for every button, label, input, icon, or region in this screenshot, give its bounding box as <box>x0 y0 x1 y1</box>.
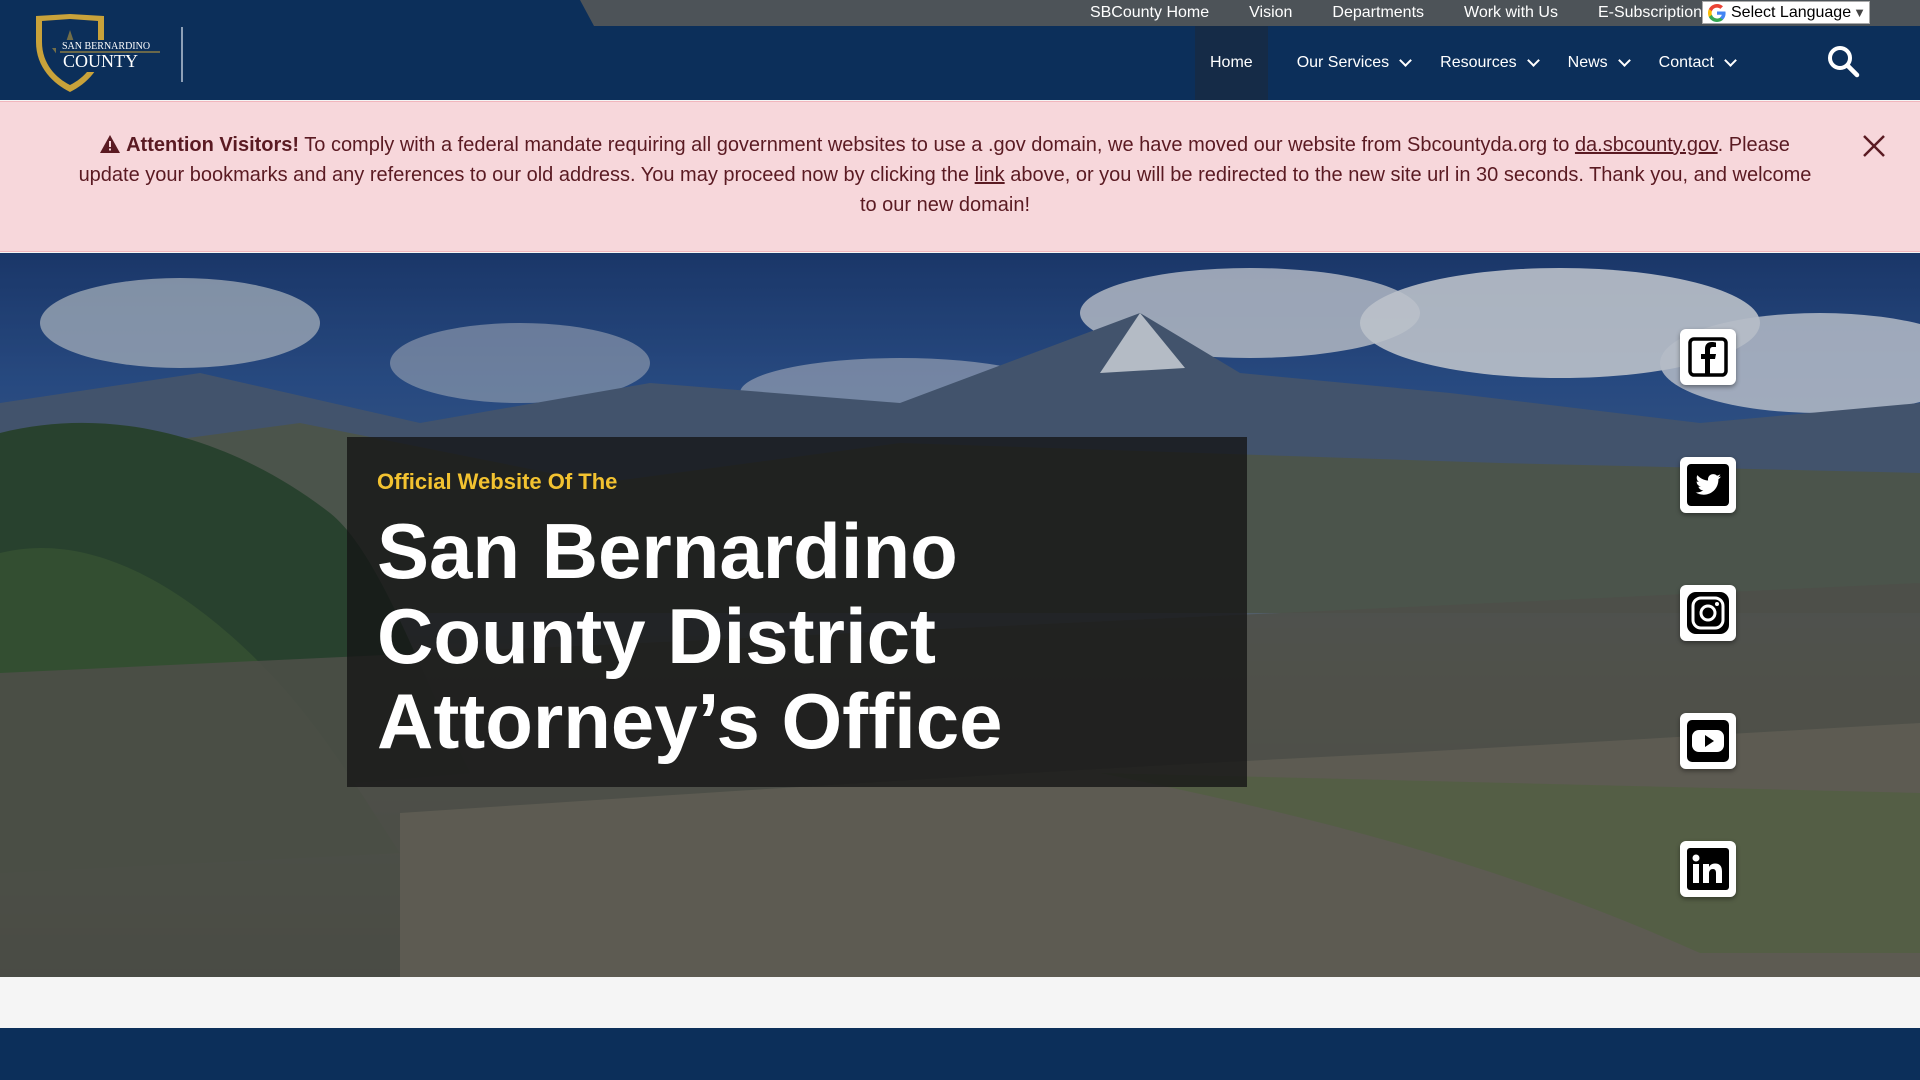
hero-title-panel: Official Website Of The San Bernardino C… <box>347 437 1247 787</box>
youtube-icon <box>1687 720 1729 762</box>
chevron-down-icon <box>1617 54 1631 67</box>
nav-our-services[interactable]: Our Services <box>1282 26 1425 100</box>
close-icon <box>1863 135 1885 157</box>
language-select[interactable]: Select Language ▼ <box>1702 1 1870 24</box>
nav-contact-label: Contact <box>1658 54 1714 71</box>
linkedin-icon <box>1687 848 1729 890</box>
domain-alert-banner: Attention Visitors! To comply with a fed… <box>0 101 1920 252</box>
utility-link-e-subscriptions[interactable]: E-Subscriptions <box>1598 4 1710 22</box>
utility-nav: SBCounty Home Vision Departments Work wi… <box>1050 0 1710 26</box>
site-header: SBCounty Home Vision Departments Work wi… <box>0 0 1920 100</box>
nav-resources[interactable]: Resources <box>1425 26 1552 100</box>
instagram-link[interactable] <box>1680 585 1736 641</box>
utility-link-vision[interactable]: Vision <box>1249 4 1292 22</box>
nav-news-label: News <box>1567 54 1608 71</box>
language-select-label: Select Language <box>1731 3 1852 21</box>
logo-text-line2: COUNTY <box>63 51 138 71</box>
nav-news[interactable]: News <box>1553 26 1644 100</box>
alert-link[interactable]: link <box>975 164 1005 186</box>
hero-section: Official Website Of The San Bernardino C… <box>0 253 1920 977</box>
twitter-link[interactable] <box>1680 457 1736 513</box>
alert-link-new-domain[interactable]: da.sbcounty.gov <box>1575 134 1718 156</box>
nav-our-services-label: Our Services <box>1296 54 1390 71</box>
alert-text-part1: To comply with a federal mandate requiri… <box>299 134 1575 156</box>
alert-message: Attention Visitors! To comply with a fed… <box>70 130 1820 220</box>
footer-bar <box>0 1028 1920 1080</box>
nav-home-label: Home <box>1210 54 1253 71</box>
dropdown-arrow-icon: ▼ <box>1853 5 1866 20</box>
logo-divider <box>181 27 183 82</box>
content-band <box>0 977 1920 1027</box>
facebook-link[interactable] <box>1680 329 1736 385</box>
chevron-down-icon <box>1526 54 1540 67</box>
utility-link-sbcounty-home[interactable]: SBCounty Home <box>1090 4 1209 22</box>
county-logo[interactable]: SAN BERNARDINO COUNTY <box>30 12 165 94</box>
google-icon <box>1707 3 1727 23</box>
hero-eyebrow: Official Website Of The <box>377 469 618 494</box>
warning-icon <box>100 135 121 153</box>
nav-contact[interactable]: Contact <box>1644 26 1750 100</box>
chevron-down-icon <box>1399 54 1413 67</box>
twitter-icon <box>1687 464 1729 506</box>
chevron-down-icon <box>1723 54 1737 67</box>
main-nav: Home Our Services Resources News Contact <box>1195 26 1750 100</box>
search-button[interactable] <box>1826 44 1860 78</box>
youtube-link[interactable] <box>1680 713 1736 769</box>
linkedin-link[interactable] <box>1680 841 1736 897</box>
utility-link-departments[interactable]: Departments <box>1332 4 1424 22</box>
nav-home[interactable]: Home <box>1195 26 1268 100</box>
utility-link-work-with-us[interactable]: Work with Us <box>1464 4 1558 22</box>
facebook-icon <box>1688 337 1728 377</box>
search-icon <box>1828 46 1860 78</box>
instagram-icon <box>1687 592 1729 634</box>
close-alert-button[interactable] <box>1862 134 1886 158</box>
hero-title: San Bernardino County District Attorney’… <box>377 507 1003 765</box>
alert-heading: Attention Visitors! <box>126 134 300 156</box>
nav-resources-label: Resources <box>1440 54 1517 71</box>
